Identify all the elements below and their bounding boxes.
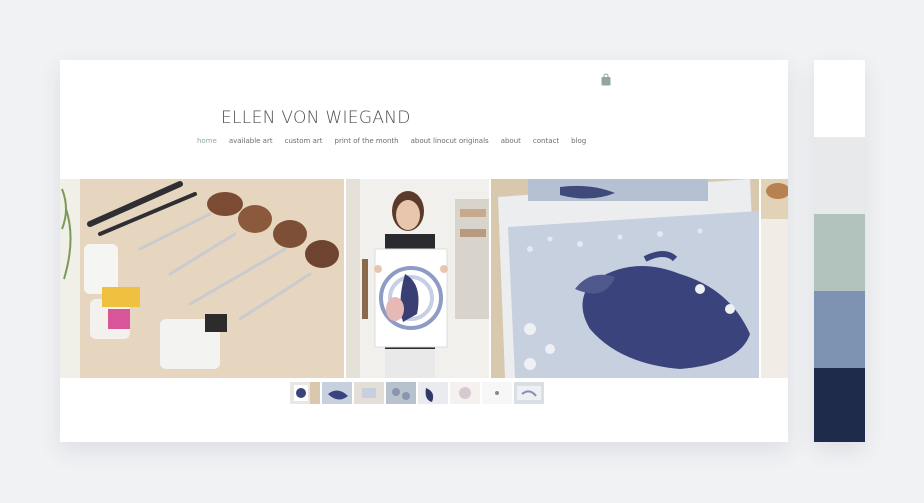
linocut-prints-on-table-photo[interactable] xyxy=(491,179,759,378)
main-navigation: home available art custom art print of t… xyxy=(197,137,586,145)
palette-swatch-light-gray xyxy=(814,137,865,214)
brand-logo[interactable]: ELLEN VON WIEGAND xyxy=(221,108,411,128)
photo-gallery-strip[interactable] xyxy=(60,179,788,378)
gallery-thumbnails xyxy=(290,382,544,404)
thumbnail-4[interactable] xyxy=(386,382,416,404)
nav-home[interactable]: home xyxy=(197,137,217,145)
partial-table-photo[interactable] xyxy=(761,179,788,378)
thumbnail-5[interactable] xyxy=(418,382,448,404)
nav-contact[interactable]: contact xyxy=(533,137,559,145)
website-preview: ELLEN VON WIEGAND home available art cus… xyxy=(60,60,788,442)
nav-custom-art[interactable]: custom art xyxy=(285,137,323,145)
nav-print-of-the-month[interactable]: print of the month xyxy=(335,137,399,145)
palette-swatch-navy xyxy=(814,368,865,442)
thumbnail-8[interactable] xyxy=(514,382,544,404)
carving-tools-and-inks-photo[interactable] xyxy=(60,179,344,378)
color-palette xyxy=(814,60,865,442)
thumbnail-1[interactable] xyxy=(290,382,320,404)
shopping-bag-icon[interactable] xyxy=(601,73,611,86)
thumbnail-6[interactable] xyxy=(450,382,480,404)
palette-swatch-dusty-blue xyxy=(814,291,865,368)
thumbnail-2[interactable] xyxy=(322,382,352,404)
palette-swatch-white xyxy=(814,60,865,137)
palette-swatch-sage-green xyxy=(814,214,865,291)
thumbnail-7[interactable] xyxy=(482,382,512,404)
nav-blog[interactable]: blog xyxy=(571,137,586,145)
thumbnail-3[interactable] xyxy=(354,382,384,404)
nav-about-linocut-originals[interactable]: about linocut originals xyxy=(411,137,489,145)
nav-available-art[interactable]: available art xyxy=(229,137,273,145)
nav-about[interactable]: about xyxy=(501,137,521,145)
artist-holding-print-photo[interactable] xyxy=(346,179,489,378)
